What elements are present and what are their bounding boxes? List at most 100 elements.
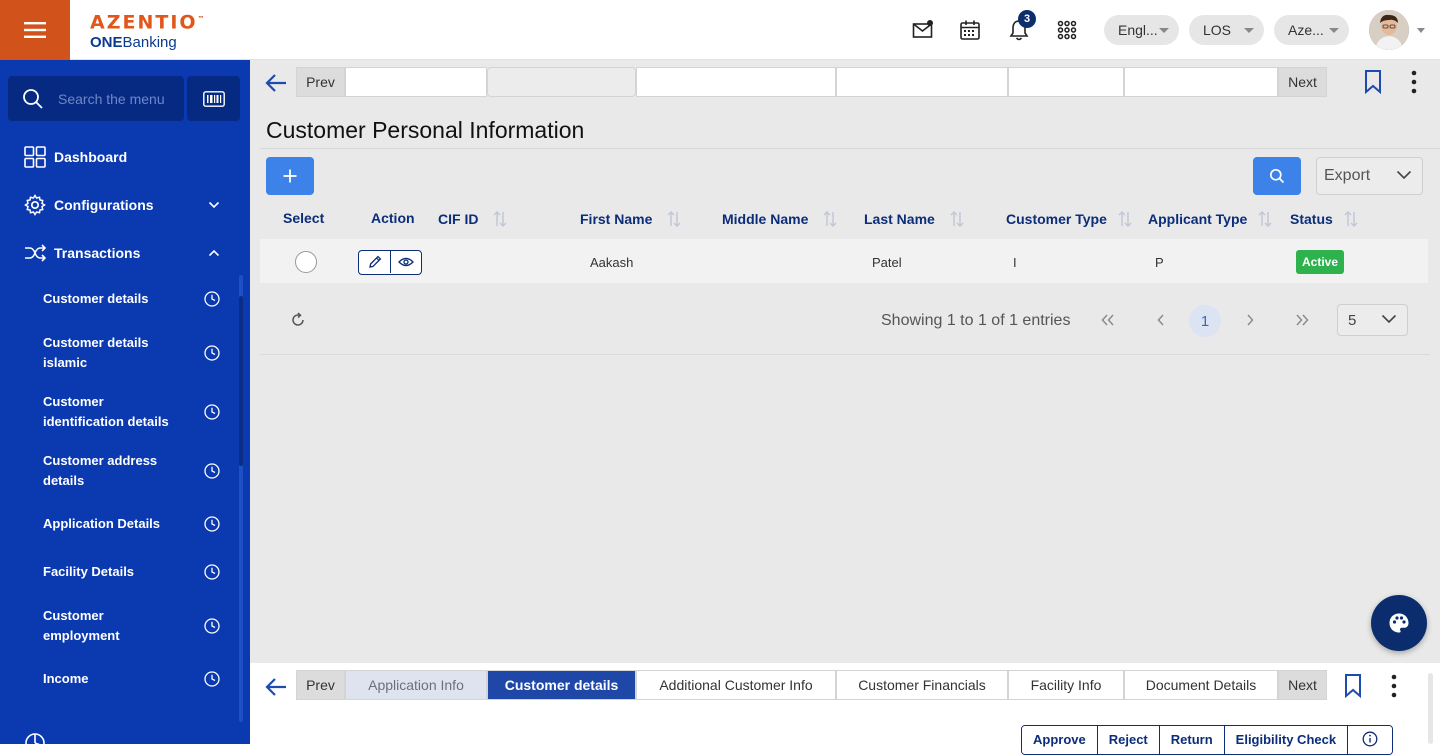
sort-icon[interactable]	[666, 210, 682, 228]
row-select-radio[interactable]	[295, 251, 317, 273]
column-header-applicant-type[interactable]: Applicant Type	[1148, 210, 1273, 228]
column-header-first-name[interactable]: First Name	[580, 210, 682, 228]
top-tab-3[interactable]	[636, 67, 836, 97]
top-next-button[interactable]: Next	[1278, 67, 1327, 97]
app-header: AZENTIO™ ONEBanking 3 Engl... LOS Aze...	[0, 0, 1440, 60]
refresh-icon[interactable]	[290, 312, 306, 328]
bottom-prev-button[interactable]: Prev	[296, 670, 345, 700]
top-tab-5[interactable]	[1008, 67, 1124, 97]
more-options-icon[interactable]	[1390, 674, 1398, 698]
bottom-next-button[interactable]: Next	[1278, 670, 1327, 700]
logo-brand: AZENTIO	[90, 11, 198, 34]
reject-button[interactable]: Reject	[1096, 726, 1159, 754]
tab-customer-details[interactable]: Customer details	[487, 670, 636, 700]
next-page-button[interactable]	[1240, 310, 1260, 330]
top-tab-6[interactable]	[1124, 67, 1278, 97]
approve-button[interactable]: Approve	[1022, 726, 1097, 754]
page-size-select[interactable]: 5	[1337, 304, 1408, 336]
edit-button[interactable]	[359, 251, 390, 273]
page-title: Customer Personal Information	[266, 117, 585, 143]
tab-document-details[interactable]: Document Details	[1124, 670, 1278, 700]
sort-icon[interactable]	[1117, 210, 1133, 228]
return-button[interactable]: Return	[1158, 726, 1224, 754]
column-header-middle-name[interactable]: Middle Name	[722, 210, 838, 228]
barcode-button[interactable]	[187, 76, 240, 121]
menu-search-input[interactable]	[58, 90, 178, 107]
user-menu-caret[interactable]	[1417, 28, 1425, 33]
sidebar-item-customer-address-details[interactable]: Customer address details	[43, 451, 163, 491]
apps-grid-button[interactable]	[1055, 18, 1079, 42]
sort-icon[interactable]	[949, 210, 965, 228]
nav-transactions[interactable]: Transactions	[24, 241, 234, 265]
module-select[interactable]: LOS	[1189, 15, 1264, 45]
sort-icon[interactable]	[822, 210, 838, 228]
entity-select[interactable]: Aze...	[1274, 15, 1349, 45]
clock-icon[interactable]	[204, 671, 220, 687]
first-page-button[interactable]	[1098, 310, 1118, 330]
clock-icon[interactable]	[204, 291, 220, 307]
column-header-status[interactable]: Status	[1290, 210, 1359, 228]
chevron-down-icon	[1159, 28, 1169, 33]
table-search-button[interactable]	[1253, 157, 1301, 195]
tab-additional-customer-info[interactable]: Additional Customer Info	[636, 670, 836, 700]
sort-icon[interactable]	[492, 210, 508, 228]
back-arrow-icon[interactable]	[264, 676, 288, 698]
top-tab-1[interactable]	[345, 67, 487, 97]
theme-palette-button[interactable]	[1371, 595, 1427, 651]
sort-icon[interactable]	[1343, 210, 1359, 228]
column-header-cif-id[interactable]: CIF ID	[438, 210, 508, 228]
user-avatar[interactable]	[1369, 10, 1409, 50]
more-options-icon[interactable]	[1410, 70, 1418, 94]
bookmark-icon[interactable]	[1363, 69, 1383, 95]
previous-page-button[interactable]	[1151, 310, 1171, 330]
clock-icon[interactable]	[204, 516, 220, 532]
info-button[interactable]	[1347, 726, 1393, 754]
column-header-customer-type[interactable]: Customer Type	[1006, 210, 1133, 228]
language-select[interactable]: Engl...	[1104, 15, 1179, 45]
bookmark-icon[interactable]	[1343, 673, 1363, 699]
logo-sub-rest: Banking	[122, 34, 177, 52]
top-tab-4[interactable]	[836, 67, 1008, 97]
clock-icon[interactable]	[204, 404, 220, 420]
search-icon	[23, 88, 43, 109]
last-page-button[interactable]	[1292, 310, 1312, 330]
nav-dashboard[interactable]: Dashboard	[24, 145, 234, 169]
sidebar-scrollbar-thumb[interactable]	[239, 296, 243, 466]
tab-facility-info[interactable]: Facility Info	[1008, 670, 1124, 700]
clock-icon[interactable]	[204, 618, 220, 634]
clock-icon[interactable]	[204, 564, 220, 580]
view-button[interactable]	[390, 251, 421, 273]
chevron-down-icon	[208, 201, 220, 209]
add-button[interactable]	[266, 157, 314, 195]
sidebar-item-customer-identification-details[interactable]: Customer identification details	[43, 392, 173, 432]
calendar-button[interactable]	[958, 18, 982, 42]
tab-application-info[interactable]: Application Info	[345, 670, 487, 700]
sidebar-item-income[interactable]: Income	[43, 669, 223, 689]
sidebar-item-customer-details[interactable]: Customer details	[43, 289, 223, 309]
sidebar-item-customer-employment[interactable]: Customer employment	[43, 606, 143, 646]
page-number-current[interactable]: 1	[1189, 305, 1221, 337]
column-header-label: Applicant Type	[1148, 211, 1248, 227]
eligibility-check-button[interactable]: Eligibility Check	[1223, 726, 1348, 754]
sidebar-item-application-details[interactable]: Application Details	[43, 514, 223, 534]
export-dropdown[interactable]: Export	[1316, 157, 1423, 195]
column-header-last-name[interactable]: Last Name	[864, 210, 965, 228]
back-arrow-icon[interactable]	[264, 72, 288, 94]
clock-icon[interactable]	[204, 463, 220, 479]
sidebar-item-facility-details[interactable]: Facility Details	[43, 562, 223, 582]
top-prev-button[interactable]: Prev	[296, 67, 345, 97]
top-tab-2[interactable]	[487, 67, 636, 97]
azentio-logo: AZENTIO™ ONEBanking	[90, 8, 205, 52]
sidebar-item-customer-details-islamic[interactable]: Customer details islamic	[43, 333, 153, 373]
hamburger-menu-button[interactable]	[0, 0, 70, 60]
double-chevron-left-icon	[1101, 314, 1114, 326]
column-header-action: Action	[371, 210, 415, 226]
sort-icon[interactable]	[1257, 210, 1273, 228]
nav-configurations[interactable]: Configurations	[24, 193, 234, 217]
mail-button[interactable]	[911, 18, 935, 42]
main-content: Prev Next Customer Personal Information …	[250, 60, 1440, 755]
clock-icon[interactable]	[204, 345, 220, 361]
tab-customer-financials[interactable]: Customer Financials	[836, 670, 1008, 700]
bottom-scrollbar[interactable]	[1428, 673, 1433, 744]
chevron-down-icon	[1396, 170, 1412, 180]
